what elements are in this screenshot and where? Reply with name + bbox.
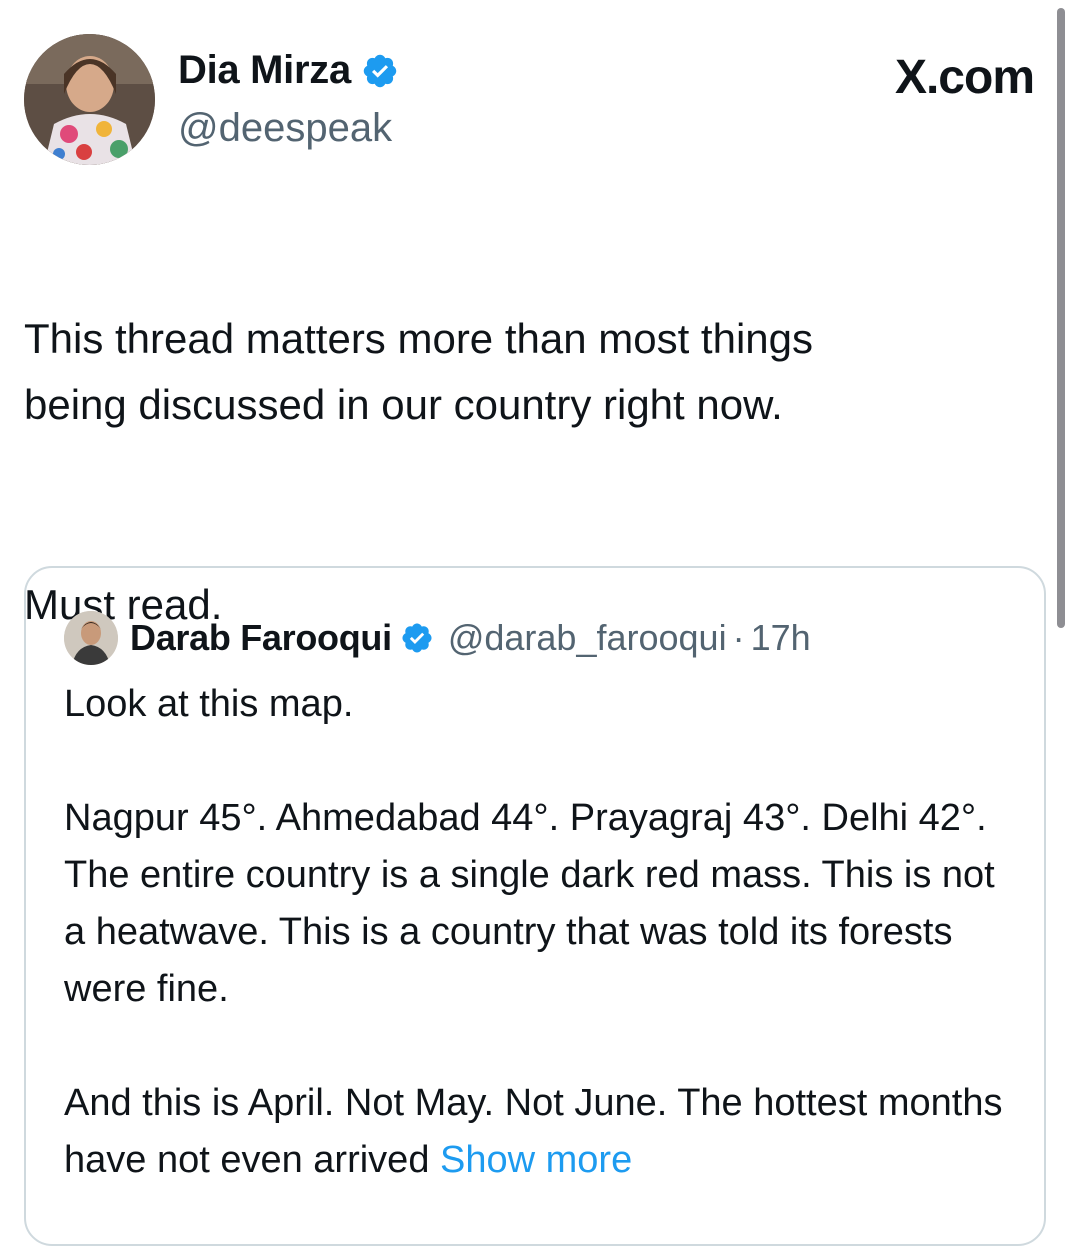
- author-name-row: Dia Mirza: [178, 48, 399, 93]
- scrollbar[interactable]: [1057, 8, 1065, 628]
- separator-dot: ·: [732, 617, 745, 658]
- verified-badge-icon: [402, 623, 432, 653]
- quoted-post-body: Look at this map. Nagpur 45°. Ahmedabad …: [64, 676, 1014, 1246]
- author-handle[interactable]: @deespeak: [178, 106, 392, 151]
- post-header: Dia Mirza @deespeak X.com: [24, 30, 1035, 170]
- author-avatar[interactable]: [24, 34, 155, 165]
- quoted-author-handle[interactable]: @darab_farooqui: [448, 617, 727, 659]
- quoted-author-avatar[interactable]: [64, 611, 118, 665]
- quoted-post-header: Darab Farooqui @darab_farooqui · 17h: [64, 610, 811, 666]
- post-paragraph: This thread matters more than most thing…: [24, 315, 813, 428]
- quoted-timestamp[interactable]: 17h: [751, 617, 811, 659]
- quoted-paragraph: Nagpur 45°. Ahmedabad 44°. Prayagraj 43°…: [64, 797, 995, 1010]
- quoted-author-name[interactable]: Darab Farooqui: [130, 617, 392, 659]
- verified-badge-icon: [363, 54, 397, 87]
- quoted-post[interactable]: Darab Farooqui @darab_farooqui · 17h Loo…: [24, 566, 1046, 1246]
- show-more-link[interactable]: Show more: [440, 1139, 632, 1181]
- brand-logo: X.com: [894, 51, 1035, 104]
- author-name[interactable]: Dia Mirza: [178, 48, 351, 93]
- quoted-paragraph-last: And this is April. Not May. Not June. Th…: [64, 1075, 1014, 1189]
- quoted-paragraph: Look at this map.: [64, 683, 354, 725]
